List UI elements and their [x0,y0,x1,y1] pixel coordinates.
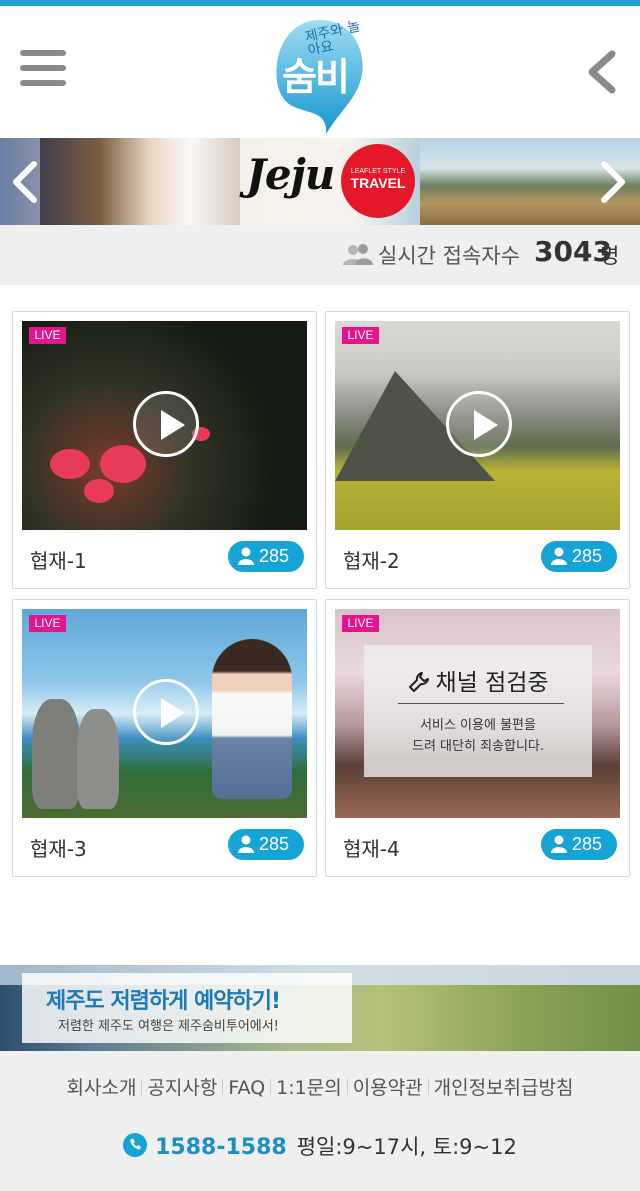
channel-card[interactable]: LIVE 채널 점검중 서비스 이용에 불편을 드려 대단히 죄송합니다. 협재… [325,599,630,877]
channel-thumbnail: LIVE 채널 점검중 서비스 이용에 불편을 드려 대단히 죄송합니다. [335,609,620,818]
viewer-count-badge: 285 [228,829,304,860]
maintenance-message-2: 드려 대단히 죄송합니다. [412,739,544,754]
chevron-left-icon[interactable] [582,48,622,96]
viewer-count: 285 [259,546,290,566]
play-icon[interactable] [446,391,512,457]
live-visitors-bar: 실시간 접속자수 3043 명 [0,225,640,285]
badge-subtitle: LEAFLET STYLE [350,168,406,175]
channel-card[interactable]: LIVE 협재-1 285 [12,311,317,589]
travel-badge: LEAFLET STYLE TRAVEL [341,144,415,218]
banner-prev-arrow-icon[interactable] [10,160,40,204]
user-icon [551,835,567,853]
notice-divider [398,703,564,704]
visitors-label: 실시간 접속자수 [378,244,520,268]
channel-thumbnail[interactable]: LIVE [22,321,307,530]
user-icon [238,547,254,565]
footer-link-inquiry[interactable]: 1:1문의 [271,1077,347,1099]
channel-title[interactable]: 협재-3 [30,833,87,862]
hamburger-menu-icon[interactable] [20,50,66,90]
banner-next-arrow-icon[interactable] [598,160,628,204]
channel-thumbnail[interactable]: LIVE [22,609,307,818]
phone-icon [123,1133,148,1157]
footer-link-privacy[interactable]: 개인정보취급방침 [429,1077,579,1099]
play-icon[interactable] [133,679,199,745]
business-hours: 평일:9~17시, 토:9~12 [296,1135,517,1159]
user-icon [551,547,567,565]
maintenance-message-1: 서비스 이용에 불편을 [420,718,536,733]
viewer-count: 285 [572,546,603,566]
wrench-icon [409,672,430,692]
user-icon [238,835,254,853]
channel-card[interactable]: LIVE 협재-3 285 [12,599,317,877]
maintenance-title: 채널 점검중 [364,663,592,697]
banner-jeju-text: Jeju [246,150,335,199]
banner-people-image [40,138,240,225]
viewer-count: 285 [572,834,603,854]
live-badge: LIVE [342,327,379,344]
live-badge: LIVE [29,615,66,632]
footer-link-company[interactable]: 회사소개 [62,1077,142,1099]
play-icon[interactable] [133,391,199,457]
promo-text-box: 제주도 저렴하게 예약하기! 저렴한 제주도 여행은 제주숨비투어에서! [22,973,352,1043]
booking-promo-banner[interactable]: 제주도 저렴하게 예약하기! 저렴한 제주도 여행은 제주숨비투어에서! [0,965,640,1051]
footer-link-notice[interactable]: 공지사항 [142,1077,222,1099]
viewer-count-badge: 285 [541,541,617,572]
footer-link-faq[interactable]: FAQ [223,1077,270,1099]
footer-links: 회사소개 공지사항 FAQ 1:1문의 이용약관 개인정보취급방침 [0,1073,640,1100]
channel-title[interactable]: 협재-1 [30,545,87,574]
maintenance-title-text: 채널 점검중 [435,670,549,696]
logo-text: 숨비 [282,55,350,99]
viewer-count-badge: 285 [541,829,617,860]
channel-card[interactable]: LIVE 협재-2 285 [325,311,630,589]
app-header: 제주와 놀아요 숨비 [0,6,640,138]
footer-link-terms[interactable]: 이용약관 [348,1077,428,1099]
promo-title: 제주도 저렴하게 예약하기! [46,989,281,1014]
footer: 회사소개 공지사항 FAQ 1:1문의 이용약관 개인정보취급방침 1588-1588 평일… [0,1051,640,1191]
promo-subtitle: 저렴한 제주도 여행은 제주숨비투어에서! [58,1019,279,1034]
channel-title[interactable]: 협재-4 [343,833,400,862]
visitors-unit: 명 [600,244,620,268]
contact-info: 1588-1588 평일:9~17시, 토:9~12 [0,1131,640,1161]
users-icon [343,243,373,267]
viewer-count-badge: 285 [228,541,304,572]
promo-banner-slider[interactable]: Jeju LEAFLET STYLE TRAVEL [0,138,640,225]
maintenance-notice: 채널 점검중 서비스 이용에 불편을 드려 대단히 죄송합니다. [364,645,592,777]
phone-number[interactable]: 1588-1588 [155,1135,287,1160]
live-badge: LIVE [29,327,66,344]
channel-title[interactable]: 협재-2 [343,545,400,574]
badge-title: TRAVEL [350,175,406,191]
sumbi-logo[interactable]: 제주와 놀아요 숨비 [270,12,370,134]
channel-thumbnail[interactable]: LIVE [335,321,620,530]
live-badge: LIVE [342,615,379,632]
viewer-count: 285 [259,834,290,854]
